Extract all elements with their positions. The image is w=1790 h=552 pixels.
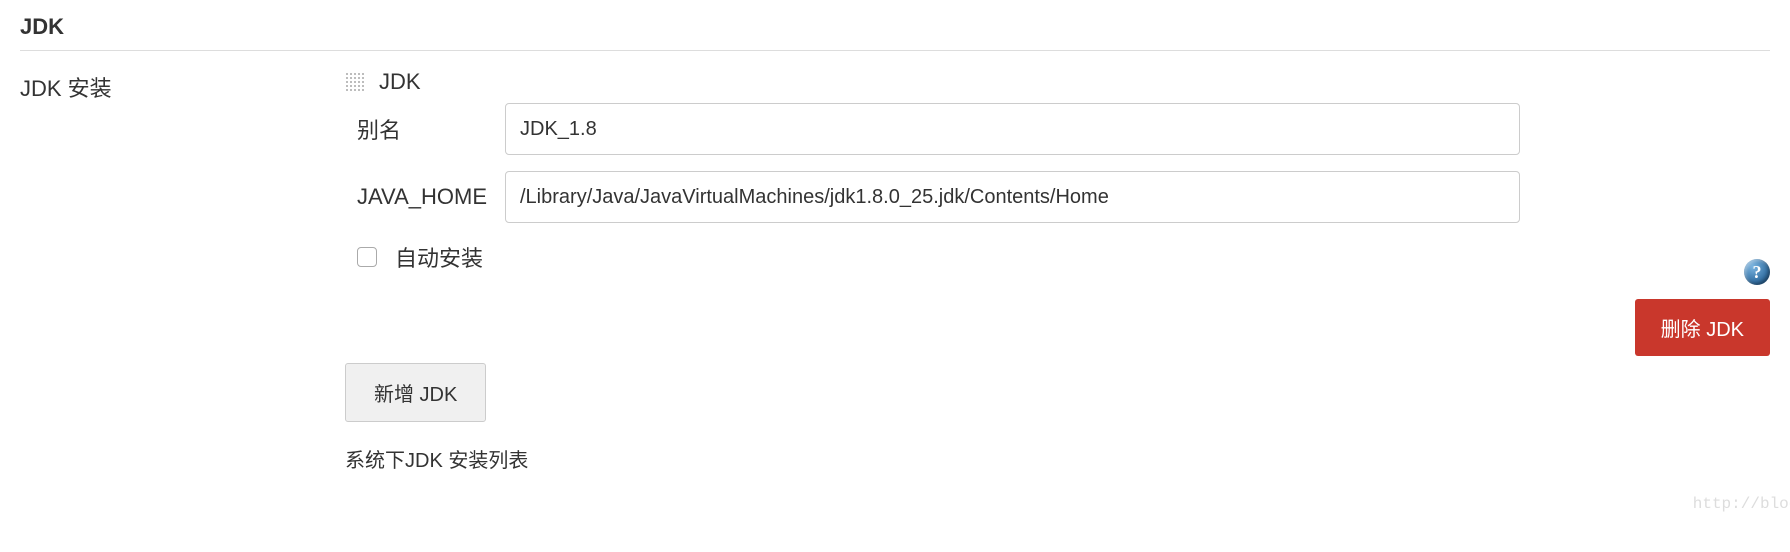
watermark-text: http://blog.csdn.net/jack1231ian — [1693, 495, 1790, 513]
alias-label: 别名 — [345, 113, 505, 145]
install-form: JDK 别名 JAVA_HOME 自动安装 ? 删除 JDK 新增 JDK 系统… — [345, 69, 1770, 473]
java-home-label: JAVA_HOME — [345, 184, 505, 210]
drag-handle-icon[interactable] — [345, 72, 365, 92]
auto-install-row: 自动安装 — [345, 241, 1520, 273]
auto-install-label: 自动安装 — [395, 241, 483, 273]
alias-row: 别名 — [345, 103, 1520, 155]
help-icon[interactable]: ? — [1744, 259, 1770, 285]
delete-jdk-button[interactable]: 删除 JDK — [1635, 299, 1770, 356]
install-section-label: JDK 安装 — [20, 69, 345, 103]
tool-name: JDK — [379, 69, 421, 95]
auto-install-checkbox[interactable] — [357, 247, 377, 267]
install-list-caption: 系统下JDK 安装列表 — [345, 444, 1520, 473]
tool-header: JDK — [345, 69, 1520, 95]
java-home-input[interactable] — [505, 171, 1520, 223]
add-jdk-button[interactable]: 新增 JDK — [345, 363, 486, 422]
jdk-config-row: JDK 安装 JDK 别名 JAVA_HOME 自动安装 ? 删除 JDK 新增… — [20, 69, 1770, 473]
section-title: JDK — [20, 10, 1770, 51]
alias-input[interactable] — [505, 103, 1520, 155]
java-home-row: JAVA_HOME — [345, 171, 1520, 223]
